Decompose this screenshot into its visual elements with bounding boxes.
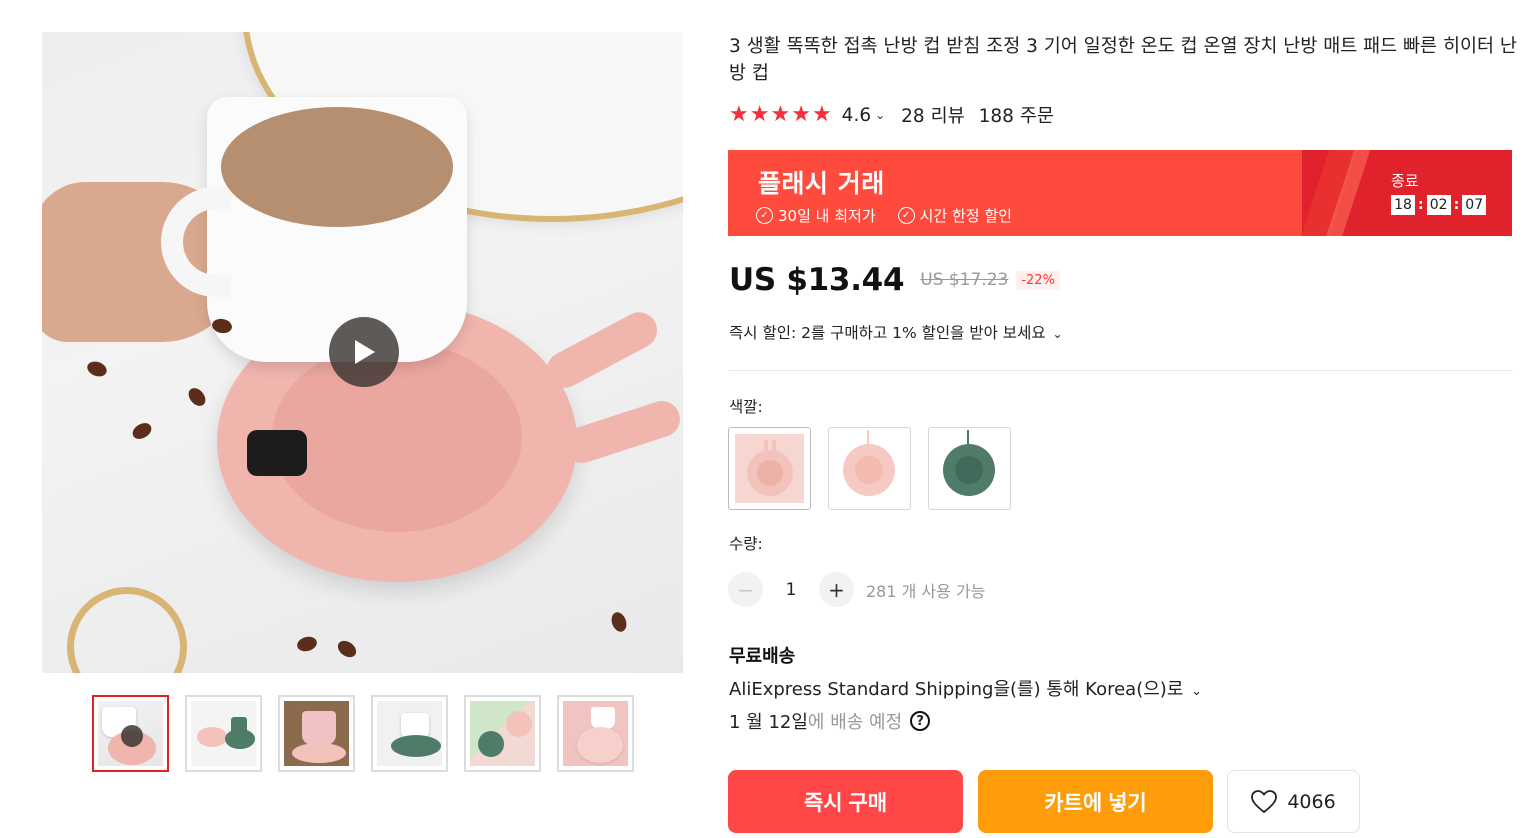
video-play-button[interactable] [329,317,399,387]
rating-value[interactable]: 4.6 [842,105,871,126]
reviews-count[interactable]: 28 리뷰 [901,102,964,128]
flash-badge: ✓ 시간 한정 할인 [897,205,1012,226]
flash-deal-badges: ✓ 30일 내 최저가 ✓ 시간 한정 할인 [756,205,1012,226]
coffee-bean [85,359,109,379]
countdown-minutes: 02 [1426,195,1451,215]
star-icon: ★ [770,102,791,127]
shipping-date-value: 1 월 12일 [729,712,808,733]
add-to-cart-button[interactable]: 카트에 넣기 [978,770,1213,833]
countdown-separator: : [1418,197,1424,213]
star-icon: ★ [791,102,811,127]
orders-count: 188 주문 [978,106,1054,127]
play-icon [355,340,375,364]
star-icon: ★ [729,102,749,127]
discount-badge: -22% [1016,270,1060,290]
wishlist-button[interactable]: 4066 [1227,770,1360,833]
buy-now-button[interactable]: 즉시 구매 [728,770,963,833]
flash-deal-title: 플래시 거래 [758,169,885,198]
image-coffee-cup [161,97,467,362]
image-gold-ring [67,587,187,673]
quantity-available: 281 개 사용 가능 [866,581,986,601]
help-icon[interactable]: ? [910,711,931,731]
instant-discount-text: 즉시 할인: 2를 구매하고 1% 할인을 받아 보세요 [729,324,1046,342]
chevron-down-icon: ⌄ [1052,327,1063,341]
color-swatches [728,427,1011,510]
check-circle-icon: ✓ [756,207,773,224]
thumbnail-6[interactable] [557,695,634,772]
instant-discount[interactable]: 즉시 할인: 2를 구매하고 1% 할인을 받아 보세요 ⌄ [729,321,1063,343]
countdown-hours: 18 [1391,195,1415,215]
color-option-green[interactable] [928,427,1011,510]
chevron-down-icon[interactable]: ⌄ [875,108,885,122]
rating-row: ★ ★ ★ ★ ★ 4.6 ⌄ 28 리뷰 188 주문 [729,102,1054,128]
heart-icon [1251,789,1278,813]
countdown-label: 종료 [1391,172,1419,190]
coffee-bean [295,634,319,654]
color-label: 색깔: [729,398,763,416]
image-heater-ear [559,396,683,468]
shipping-method[interactable]: AliExpress Standard Shipping을(를) 통해 Kore… [729,675,1202,701]
quantity-stepper: − 1 + 281 개 사용 가능 [728,572,985,607]
quantity-increase-button[interactable]: + [819,572,854,607]
coffee-bean [334,637,360,661]
countdown-timer: 18 : 02 : 07 [1391,195,1487,215]
image-heater-ear [540,305,664,395]
coffee-bean [185,384,209,410]
thumbnail-strip [92,695,634,772]
product-title: 3 생활 똑똑한 접촉 난방 컵 받침 조정 3 기어 일정한 온도 컵 온열 … [729,36,1517,84]
chevron-down-icon: ⌄ [1191,684,1203,699]
shipping-title: 무료배송 [729,646,796,667]
quantity-label: 수량: [729,535,763,553]
countdown: 종료 18 : 02 : 07 [1391,170,1487,215]
shipping-date-suffix: 에 배송 예정 [807,712,903,733]
shipping-date: 1 월 12일 에 배송 예정 ? [729,708,931,734]
coffee-bean [129,419,155,443]
price-row: US $13.44 US $17.23 -22% [729,262,1060,298]
divider [729,370,1513,371]
rating-stars: ★ ★ ★ ★ ★ [729,104,832,126]
flash-deal-banner: 플래시 거래 ✓ 30일 내 최저가 ✓ 시간 한정 할인 종료 18 : 02… [728,150,1512,236]
current-price: US $13.44 [729,262,905,298]
quantity-decrease-button[interactable]: − [728,572,763,607]
star-icon: ★ [749,102,770,127]
main-product-image[interactable] [42,32,683,673]
wishlist-count: 4066 [1287,790,1336,813]
thumbnail-5[interactable] [464,695,541,772]
coffee-bean [609,610,629,634]
thumbnail-3[interactable] [278,695,355,772]
thumbnail-2[interactable] [185,695,262,772]
countdown-separator: : [1453,197,1460,213]
flash-badge-label: 30일 내 최저가 [778,207,876,225]
check-circle-icon: ✓ [897,207,915,224]
color-option-pink[interactable] [828,427,911,510]
color-option-pink-bunny[interactable] [728,427,811,510]
flash-badge: ✓ 30일 내 최저가 [756,205,876,226]
thumbnail-4[interactable] [371,695,448,772]
original-price: US $17.23 [920,270,1009,290]
shipping-method-text: AliExpress Standard Shipping을(를) 통해 Kore… [729,679,1184,700]
quantity-value[interactable]: 1 [763,580,819,600]
thumbnail-1[interactable] [92,695,169,772]
countdown-seconds: 07 [1462,195,1487,215]
flash-badge-label: 시간 한정 할인 [919,207,1012,225]
star-icon: ★ [811,102,832,127]
